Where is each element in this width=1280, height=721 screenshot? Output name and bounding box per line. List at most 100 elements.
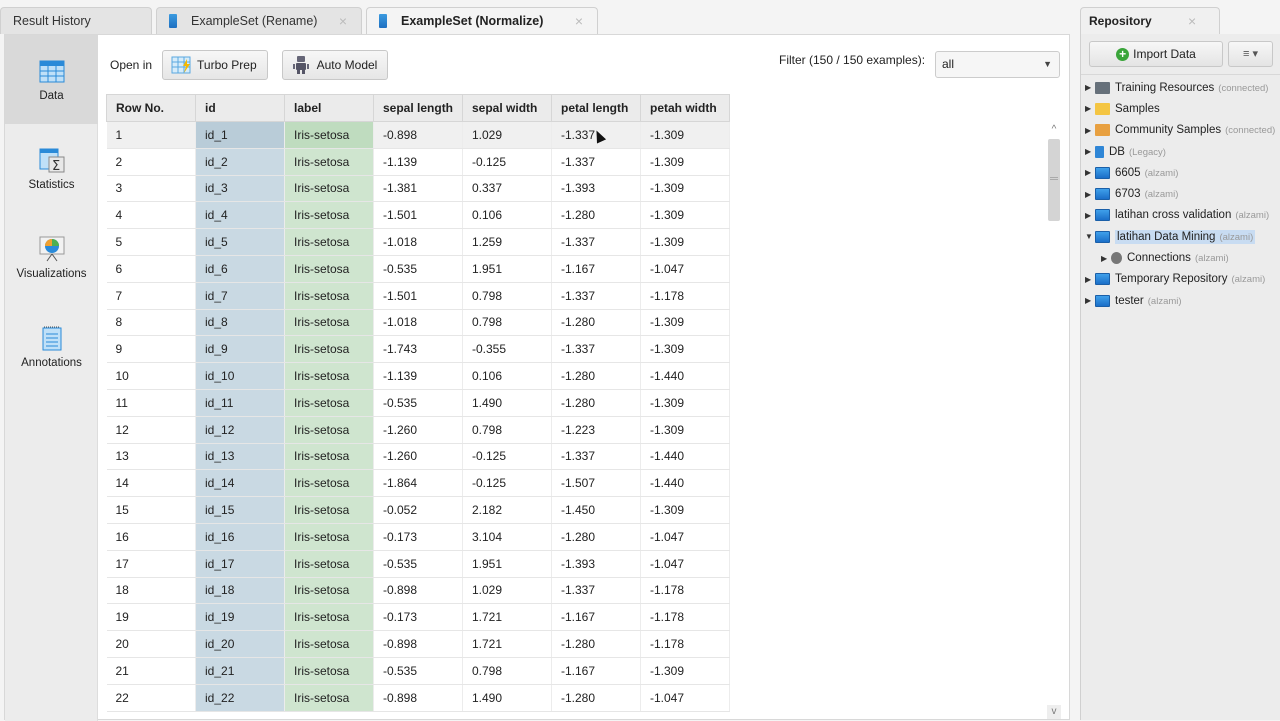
cell-sepal-length[interactable]: -0.898 (373, 684, 463, 712)
table-row[interactable]: 20 id_20 Iris-setosa -0.898 1.721 -1.280 -1.17… (106, 630, 730, 658)
cell-petal-width[interactable]: -1.178 (640, 577, 730, 605)
cell-sepal-width[interactable]: 1.951 (462, 550, 552, 578)
table-row[interactable]: 12 id_12 Iris-setosa -1.260 0.798 -1.223 -1.30… (106, 416, 730, 444)
cell-id[interactable]: id_16 (195, 523, 285, 551)
cell-label[interactable]: Iris-setosa (284, 630, 374, 658)
sidebar-item-statistics[interactable]: Σ Statistics (5, 124, 98, 213)
table-row[interactable]: 18 id_18 Iris-setosa -0.898 1.029 -1.337 -1.17… (106, 577, 730, 605)
cell-petal-width[interactable]: -1.440 (640, 362, 730, 390)
cell-petal-length[interactable]: -1.280 (551, 309, 641, 337)
cell-petal-length[interactable]: -1.337 (551, 148, 641, 176)
cell-petal-width[interactable]: -1.047 (640, 255, 730, 283)
cell-sepal-width[interactable]: 0.798 (462, 657, 552, 685)
table-row[interactable]: 7 id_7 Iris-setosa -1.501 0.798 -1.337 -1.178 (106, 282, 730, 310)
cell-sepal-length[interactable]: -0.898 (373, 577, 463, 605)
cell-row-no[interactable]: 10 (106, 362, 196, 390)
cell-sepal-length[interactable]: -1.260 (373, 443, 463, 471)
cell-label[interactable]: Iris-setosa (284, 335, 374, 364)
cell-id[interactable]: id_18 (195, 577, 285, 605)
cell-label[interactable]: Iris-setosa (284, 389, 374, 417)
cell-label[interactable]: Iris-setosa (284, 684, 374, 712)
cell-label[interactable]: Iris-setosa (284, 603, 374, 632)
cell-label[interactable]: Iris-setosa (284, 416, 374, 444)
cell-petal-length[interactable]: -1.393 (551, 550, 641, 578)
cell-id[interactable]: id_9 (195, 335, 285, 364)
cell-label[interactable]: Iris-setosa (284, 175, 374, 203)
sidebar-item-visualizations[interactable]: Visualizations (5, 213, 98, 302)
cell-row-no[interactable]: 20 (106, 630, 196, 658)
cell-sepal-length[interactable]: -1.501 (373, 201, 463, 230)
table-row[interactable]: 9 id_9 Iris-setosa -1.743 -0.355 -1.337 -1.309 (106, 335, 730, 364)
cell-id[interactable]: id_17 (195, 550, 285, 578)
cell-id[interactable]: id_14 (195, 469, 285, 498)
cell-petal-width[interactable]: -1.047 (640, 684, 730, 712)
cell-sepal-width[interactable]: 1.951 (462, 255, 552, 283)
repository-tree-item[interactable]: ▶ 6703 (alzami) (1081, 183, 1280, 204)
cell-row-no[interactable]: 21 (106, 657, 196, 685)
cell-sepal-width[interactable]: 1.029 (462, 121, 552, 149)
vertical-scrollbar[interactable]: ^ v (1047, 123, 1061, 719)
collapsed-triangle-icon[interactable]: ▶ (1085, 190, 1095, 199)
cell-row-no[interactable]: 6 (106, 255, 196, 283)
tab-result-history[interactable]: Result History (0, 7, 152, 34)
column-header-label[interactable]: label (284, 94, 374, 122)
table-row[interactable]: 16 id_16 Iris-setosa -0.173 3.104 -1.280 -1.04… (106, 523, 730, 551)
cell-sepal-width[interactable]: -0.125 (462, 443, 552, 471)
table-row[interactable]: 1 id_1 Iris-setosa -0.898 1.029 -1.337 -1.309 (106, 121, 730, 149)
cell-sepal-width[interactable]: 0.798 (462, 416, 552, 444)
import-data-button[interactable]: + Import Data (1089, 41, 1223, 67)
repository-tree-item[interactable]: ▶ Temporary Repository (alzami) (1081, 269, 1280, 290)
cell-petal-width[interactable]: -1.440 (640, 443, 730, 471)
table-row[interactable]: 2 id_2 Iris-setosa -1.139 -0.125 -1.337 -1.309 (106, 148, 730, 176)
repository-tree-item[interactable]: ▼ latihan Data Mining (alzami) (1081, 226, 1280, 247)
cell-petal-width[interactable]: -1.309 (640, 175, 730, 203)
cell-petal-width[interactable]: -1.309 (640, 201, 730, 230)
cell-petal-length[interactable]: -1.280 (551, 201, 641, 230)
cell-sepal-width[interactable]: -0.125 (462, 469, 552, 498)
cell-petal-width[interactable]: -1.178 (640, 282, 730, 310)
cell-sepal-length[interactable]: -0.898 (373, 121, 463, 149)
cell-sepal-length[interactable]: -0.535 (373, 255, 463, 283)
repository-menu-button[interactable]: ≡ ▾ (1228, 41, 1273, 67)
table-row[interactable]: 19 id_19 Iris-setosa -0.173 1.721 -1.167 -1.17… (106, 603, 730, 632)
cell-sepal-width[interactable]: 0.106 (462, 201, 552, 230)
cell-id[interactable]: id_11 (195, 389, 285, 417)
repository-tree-item[interactable]: ▶ tester (alzami) (1081, 290, 1280, 311)
cell-petal-width[interactable]: -1.047 (640, 550, 730, 578)
table-row[interactable]: 15 id_15 Iris-setosa -0.052 2.182 -1.450 -1.30… (106, 496, 730, 524)
cell-sepal-width[interactable]: 0.337 (462, 175, 552, 203)
close-icon[interactable]: × (339, 13, 347, 29)
turbo-prep-button[interactable]: Turbo Prep (162, 50, 268, 80)
column-header-petal-width[interactable]: petah width (640, 94, 730, 122)
cell-sepal-width[interactable]: 1.029 (462, 577, 552, 605)
cell-sepal-width[interactable]: 1.490 (462, 684, 552, 712)
cell-sepal-width[interactable]: 1.721 (462, 603, 552, 632)
cell-sepal-length[interactable]: -1.381 (373, 175, 463, 203)
close-icon[interactable]: × (575, 13, 583, 29)
cell-petal-width[interactable]: -1.309 (640, 657, 730, 685)
cell-sepal-length[interactable]: -0.052 (373, 496, 463, 524)
cell-petal-length[interactable]: -1.450 (551, 496, 641, 524)
cell-petal-width[interactable]: -1.178 (640, 630, 730, 658)
repository-tree-item[interactable]: ▶ latihan cross validation (alzami) (1081, 205, 1280, 226)
cell-sepal-length[interactable]: -0.173 (373, 603, 463, 632)
collapsed-triangle-icon[interactable]: ▶ (1085, 147, 1095, 156)
cell-id[interactable]: id_8 (195, 309, 285, 337)
table-row[interactable]: 10 id_10 Iris-setosa -1.139 0.106 -1.280 -1.44… (106, 362, 730, 390)
collapsed-triangle-icon[interactable]: ▶ (1085, 126, 1095, 135)
cell-row-no[interactable]: 19 (106, 603, 196, 632)
cell-label[interactable]: Iris-setosa (284, 309, 374, 337)
cell-sepal-width[interactable]: 1.721 (462, 630, 552, 658)
cell-label[interactable]: Iris-setosa (284, 523, 374, 551)
table-row[interactable]: 11 id_11 Iris-setosa -0.535 1.490 -1.280 -1.30… (106, 389, 730, 417)
table-row[interactable]: 4 id_4 Iris-setosa -1.501 0.106 -1.280 -1.309 (106, 201, 730, 230)
cell-row-no[interactable]: 12 (106, 416, 196, 444)
cell-petal-width[interactable]: -1.309 (640, 228, 730, 256)
cell-label[interactable]: Iris-setosa (284, 121, 374, 149)
cell-id[interactable]: id_3 (195, 175, 285, 203)
cell-id[interactable]: id_7 (195, 282, 285, 310)
cell-row-no[interactable]: 14 (106, 469, 196, 498)
cell-id[interactable]: id_22 (195, 684, 285, 712)
cell-id[interactable]: id_12 (195, 416, 285, 444)
sidebar-item-data[interactable]: Data (5, 35, 98, 124)
